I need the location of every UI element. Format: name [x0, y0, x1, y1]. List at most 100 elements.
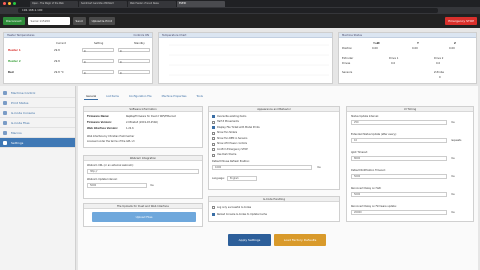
ui-timing-input[interactable]: 5000	[351, 192, 447, 197]
heater-setting-input[interactable]: 0	[82, 59, 114, 64]
sidebar-item-g-code-files[interactable]: G-Code Files	[0, 118, 75, 128]
ui-timing-input[interactable]: 10	[351, 138, 447, 143]
box-title: Software Information	[84, 107, 202, 112]
webcam-interval-label: Webcam Update Interval:	[87, 178, 118, 181]
emergency-stop-button[interactable]: Emergency STOP	[445, 17, 477, 25]
upload-files-button[interactable]: Upload Files	[92, 212, 196, 222]
sidebar-item-print-status[interactable]: Print Status	[0, 98, 75, 108]
heater-setting-input[interactable]: 0	[82, 70, 114, 75]
ui-timing-input[interactable]: 8000	[351, 156, 447, 161]
box-title: Webcam Integration	[84, 156, 202, 161]
checkbox-label: Reload Console G-Codes to Update Cache	[217, 212, 267, 216]
ui-timing-input[interactable]: 250	[351, 120, 447, 125]
drive-1-label: Drive 1	[389, 57, 399, 60]
ui-timing-label: AJAX Timeout:	[351, 151, 368, 154]
box-title: UI Timing	[347, 107, 473, 112]
tab-configuration-file[interactable]: Configuration File	[127, 94, 154, 100]
checkbox[interactable]	[212, 137, 215, 140]
gamepad-icon	[3, 91, 7, 95]
credits-text: Web Interface by Christian Hammacher	[87, 135, 135, 138]
heater-setting-input[interactable]: 0	[82, 48, 114, 53]
checkbox-label: Use Dark theme	[217, 153, 237, 157]
checkbox-label: Show Fan Sliders	[217, 131, 238, 135]
heater-name[interactable]: Heater 1	[8, 49, 21, 52]
box-title: Appearance and Behavior	[209, 107, 339, 112]
software-information-box: Software Information Firmware Name: RepR…	[83, 106, 203, 148]
app-top-bar: Disconnect Serial 115200 Send Upload & P…	[0, 14, 480, 28]
axis-z: Z	[454, 42, 456, 45]
heater-name[interactable]: Heater 2	[8, 60, 21, 63]
load-defaults-button[interactable]: Load Factory Defaults	[274, 234, 326, 246]
col-standby: Standby	[134, 42, 145, 45]
heater-standby-value: 0	[120, 72, 122, 75]
checkbox[interactable]	[212, 148, 215, 151]
ui-timing-input[interactable]: 20000	[351, 210, 447, 215]
temperature-chart	[169, 44, 329, 76]
heater-temperatures-panel: Heater Temperatures Controls ON Current S…	[3, 32, 153, 84]
checkbox[interactable]	[212, 126, 215, 129]
drive-2-value: 0.0	[436, 62, 441, 65]
checkbox[interactable]	[212, 213, 215, 216]
drive-2-label: Drive 2	[434, 57, 444, 60]
connect-button[interactable]: Disconnect	[3, 17, 25, 25]
checkbox[interactable]	[212, 153, 215, 157]
temperature-chart-panel: Temperature Chart	[158, 32, 333, 84]
ui-timing-unit: ms	[451, 193, 455, 196]
heater-standby-input[interactable]: 0	[118, 70, 150, 75]
tab-general[interactable]: General	[84, 94, 99, 100]
ui-timing-input[interactable]: 5000	[351, 174, 447, 179]
tab-list-items[interactable]: List Items	[104, 94, 121, 100]
webcam-interval-input[interactable]: 5000	[87, 183, 147, 188]
ui-timing-unit: requests	[451, 139, 462, 142]
refresh-position-input[interactable]: 1000	[212, 165, 312, 170]
send-button[interactable]: Send	[72, 17, 86, 25]
axis-x: X	[377, 42, 379, 45]
upload-print-button[interactable]: Upload & Print	[88, 17, 115, 25]
checkbox[interactable]	[212, 142, 215, 146]
heater-controls-toggle[interactable]: Controls ON	[133, 33, 149, 38]
col-current: Current	[56, 42, 66, 45]
language-select[interactable]: English	[227, 176, 257, 181]
heater-setting-value: 0	[84, 72, 86, 75]
sidebar-item-macros[interactable]: Macros	[0, 128, 75, 138]
heater-setting-value: 0	[84, 61, 86, 64]
checkbox-label: Log only successful G-Codes	[217, 205, 252, 209]
axis-y: Y	[417, 42, 419, 45]
sidebar-item-label: G-Code Files	[11, 121, 30, 125]
apply-settings-button[interactable]: Apply Settings	[228, 234, 271, 246]
browser-tab-bar: Open - The Magic of the Web SainSmart Ge…	[0, 0, 480, 7]
checkbox[interactable]	[212, 120, 215, 124]
webcam-url-input[interactable]: http://	[87, 169, 199, 174]
url-input[interactable]: 192.168.1.100	[18, 8, 438, 13]
drives-label: Drives	[342, 62, 351, 65]
checkbox[interactable]	[212, 131, 215, 135]
checkbox-label: Show ATX Power controls	[217, 142, 248, 146]
minimize-window-icon[interactable]	[8, 2, 11, 5]
position-z: 0.00	[449, 47, 455, 50]
box-title: File Uploads for Duet and Web Interface	[84, 204, 202, 209]
heater-standby-input[interactable]: 0	[118, 59, 150, 64]
close-window-icon[interactable]	[3, 2, 6, 5]
ui-timing-unit: ms	[451, 175, 455, 178]
heater-name[interactable]: Bed	[8, 71, 14, 74]
tab-machine-properties[interactable]: Machine Properties	[160, 94, 189, 100]
extruder-label: Extruder	[342, 57, 354, 60]
file-uploads-box: File Uploads for Duet and Web Interface …	[83, 203, 203, 227]
sidebar-item-g-code-console[interactable]: G-Code Console	[0, 108, 75, 118]
panel-header: Heater Temperatures Controls ON	[4, 33, 152, 38]
drive-1-value: 0.0	[391, 62, 396, 65]
gcode-input[interactable]: Serial 115200	[27, 17, 70, 25]
ui-timing-label: Status Update Interval:	[351, 115, 379, 118]
ui-timing-unit: ms	[451, 211, 455, 214]
maximize-window-icon[interactable]	[13, 2, 16, 5]
sidebar-item-label: G-Code Console	[11, 111, 35, 115]
heater-standby-input[interactable]: 0	[118, 48, 150, 53]
tab-tools[interactable]: Tools	[194, 94, 204, 100]
checkbox[interactable]	[212, 206, 215, 209]
checkbox[interactable]	[212, 115, 215, 118]
sidebar-item-settings[interactable]: Settings	[0, 138, 75, 148]
ui-timing-unit: ms	[451, 121, 455, 124]
checkbox-label: Half Z Movements	[217, 120, 239, 124]
sidebar-item-label: Machine Control	[11, 91, 36, 95]
sidebar-item-machine-control[interactable]: Machine Control	[0, 88, 75, 98]
